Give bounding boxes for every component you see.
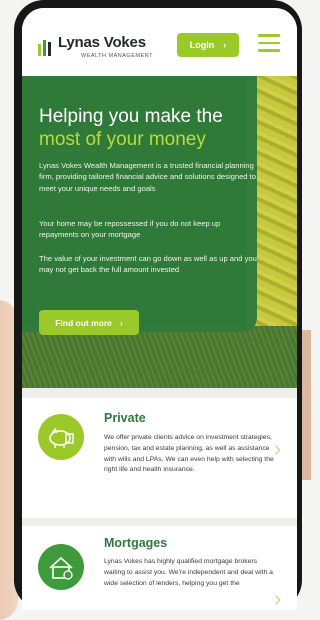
hero-background-crops	[22, 326, 297, 388]
cta-label: Find out more	[55, 317, 112, 328]
logo-mark-icon	[38, 40, 51, 56]
hero-title-highlight: most of your money	[39, 129, 206, 150]
service-card-private[interactable]: Private We offer private clients advice …	[22, 388, 297, 526]
chevron-right-icon[interactable]: ›	[274, 586, 281, 610]
service-description: Lynas Vokes has highly qualified mortgag…	[104, 558, 273, 587]
phone-frame: Lynas Vokes WEALTH MANAGEMENT Login › He…	[14, 0, 302, 610]
piggy-bank-icon	[38, 414, 84, 460]
brand-logo[interactable]: Lynas Vokes WEALTH MANAGEMENT	[38, 32, 158, 66]
chevron-right-icon: ›	[223, 40, 227, 50]
service-title: Private	[104, 411, 146, 425]
hero-title: Helping you make the	[39, 106, 223, 127]
hamburger-menu-icon[interactable]	[258, 34, 280, 52]
service-description: We offer private clients advice on inves…	[104, 434, 274, 474]
chevron-right-icon: ›	[119, 317, 123, 328]
hero-section: Helping you make the most of your money …	[22, 76, 297, 388]
house-icon	[38, 544, 84, 590]
chevron-right-icon[interactable]: ›	[274, 436, 281, 462]
service-card-mortgages[interactable]: Mortgages Lynas Vokes has highly qualifi…	[22, 518, 297, 610]
service-title: Mortgages	[104, 536, 168, 550]
hero-intro-text: Lynas Vokes Wealth Management is a trust…	[39, 161, 256, 193]
login-button[interactable]: Login ›	[177, 33, 239, 57]
brand-subtitle: WEALTH MANAGEMENT	[81, 53, 153, 59]
login-label: Login	[189, 40, 215, 50]
find-out-more-button[interactable]: Find out more ›	[39, 310, 139, 335]
mortgage-warning-text: Your home may be repossessed if you do n…	[39, 219, 221, 240]
investment-warning-text: The value of your investment can go down…	[39, 254, 257, 275]
phone-screen: Lynas Vokes WEALTH MANAGEMENT Login › He…	[22, 8, 297, 610]
site-header: Lynas Vokes WEALTH MANAGEMENT Login ›	[22, 8, 297, 76]
brand-name: Lynas Vokes	[58, 34, 146, 51]
